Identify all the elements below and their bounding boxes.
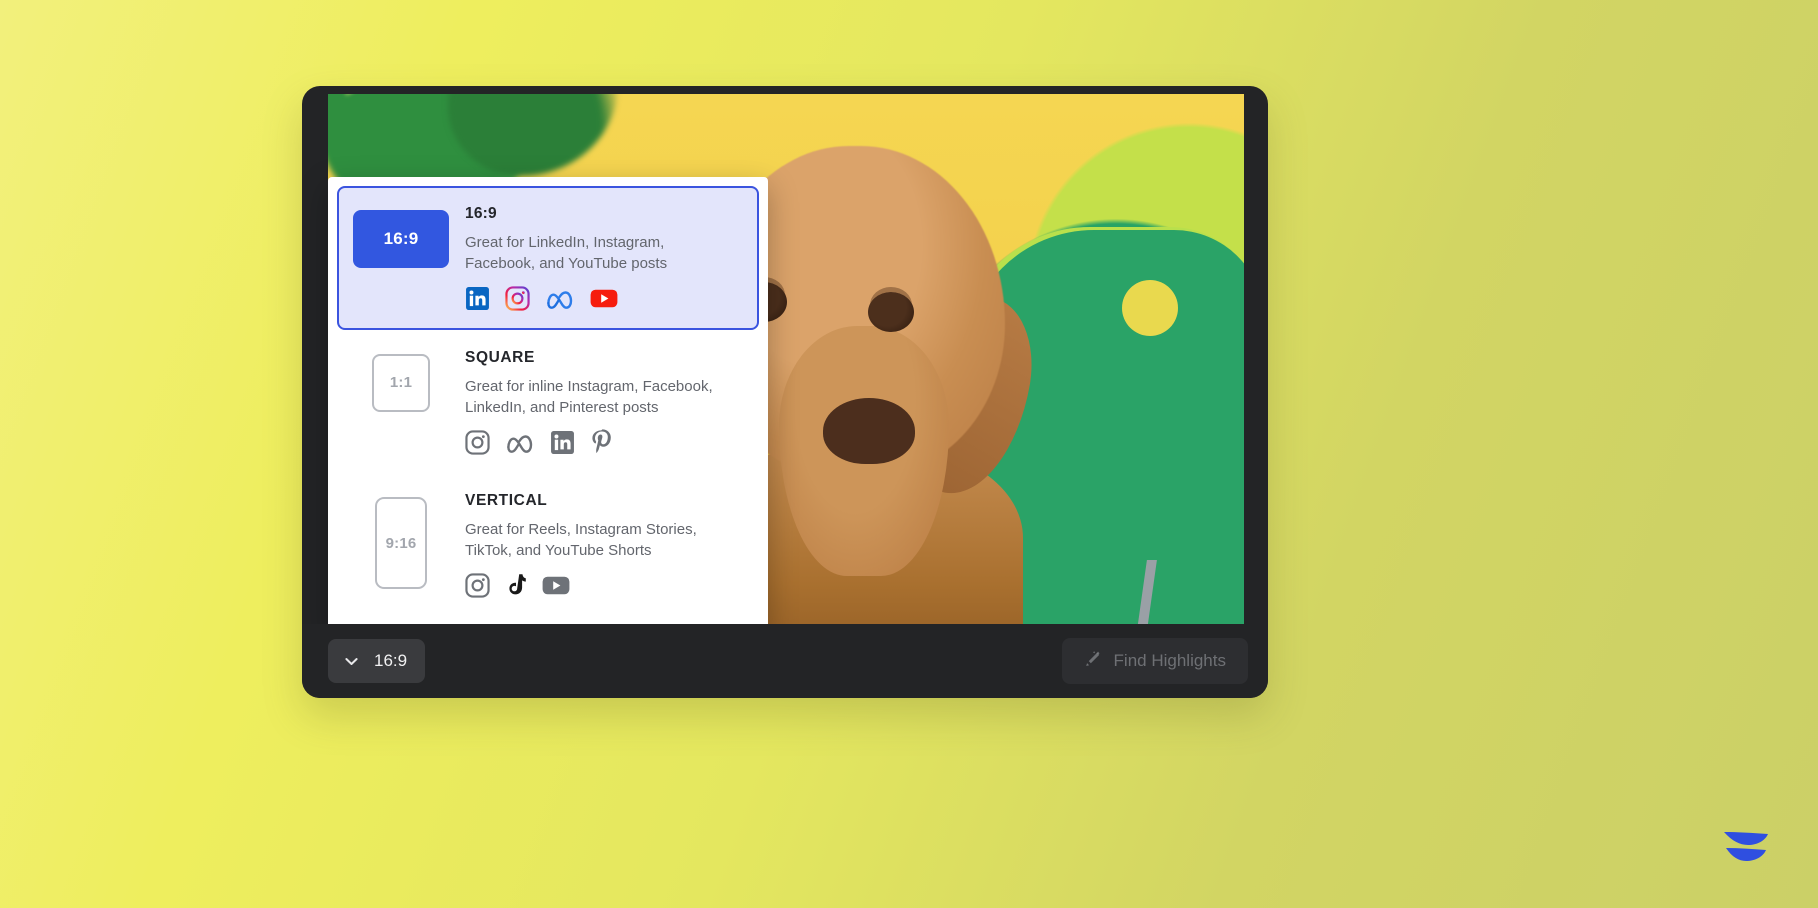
aspect-ratio-description-1-1: Great for inline Instagram, Facebook, Li…	[465, 377, 713, 416]
youtube-icon	[590, 288, 618, 309]
aspect-ratio-thumb-wrap-16-9: 16:9	[353, 204, 449, 268]
aspect-ratio-thumb-1-1: 1:1	[372, 353, 430, 412]
aspect-ratio-text-16-9: 16:9 Great for LinkedIn, Instagram, Face…	[465, 204, 743, 312]
aspect-ratio-description-16-9: Great for LinkedIn, Instagram, Facebook,…	[465, 234, 668, 273]
chair-hole-shape	[1122, 280, 1178, 336]
aspect-ratio-thumb-16-9: 16:9	[353, 210, 449, 268]
app-window: 16:9 16:9 Great for LinkedIn, Instagram,…	[302, 86, 1268, 698]
chevron-down-icon	[342, 652, 361, 671]
linkedin-icon	[465, 286, 490, 311]
find-highlights-button[interactable]: Find Highlights	[1061, 638, 1248, 684]
meta-icon	[505, 430, 535, 455]
pinterest-icon	[590, 429, 612, 455]
instagram-icon	[465, 573, 490, 598]
bottom-toolbar: 16:9 Find Highlights	[302, 624, 1268, 698]
meta-icon	[545, 286, 575, 311]
aspect-ratio-text-1-1: SQUARE Great for inline Instagram, Faceb…	[465, 348, 743, 456]
magic-wand-icon	[1084, 650, 1102, 673]
youtube-icon	[542, 575, 570, 596]
instagram-icon	[505, 286, 530, 311]
aspect-ratio-platform-icons-9-16	[465, 573, 743, 599]
aspect-ratio-option-1-1[interactable]: 1:1 SQUARE Great for inline Instagram, F…	[337, 330, 759, 474]
aspect-ratio-platform-icons-16-9	[465, 286, 743, 312]
tiktok-icon	[505, 573, 527, 598]
instagram-icon	[465, 430, 490, 455]
aspect-ratio-option-16-9[interactable]: 16:9 16:9 Great for LinkedIn, Instagram,…	[337, 186, 759, 330]
aspect-ratio-thumb-wrap-1-1: 1:1	[353, 348, 449, 412]
aspect-ratio-thumb-wrap-9-16: 9:16	[353, 491, 449, 590]
dog-eye-right	[868, 292, 914, 332]
aspect-ratio-dropdown-button[interactable]: 16:9	[328, 639, 426, 683]
plant-stem-icon	[346, 94, 466, 184]
aspect-ratio-description-9-16: Great for Reels, Instagram Stories, TikT…	[465, 521, 697, 560]
aspect-ratio-title-16-9: 16:9	[465, 205, 497, 222]
find-highlights-label: Find Highlights	[1113, 651, 1226, 670]
aspect-ratio-option-9-16[interactable]: 9:16 VERTICAL Great for Reels, Instagram…	[337, 473, 759, 617]
aspect-ratio-thumb-9-16: 9:16	[375, 497, 427, 590]
descript-wing-logo	[1720, 826, 1774, 870]
aspect-ratio-title-1-1: SQUARE	[465, 348, 535, 366]
aspect-ratio-platform-icons-1-1	[465, 429, 743, 455]
aspect-ratio-popover: 16:9 16:9 Great for LinkedIn, Instagram,…	[328, 177, 768, 632]
linkedin-icon	[550, 430, 575, 455]
aspect-ratio-text-9-16: VERTICAL Great for Reels, Instagram Stor…	[465, 491, 743, 599]
dog-nose	[823, 398, 915, 464]
aspect-ratio-dropdown-label: 16:9	[374, 651, 408, 670]
aspect-ratio-title-9-16: VERTICAL	[465, 492, 548, 510]
